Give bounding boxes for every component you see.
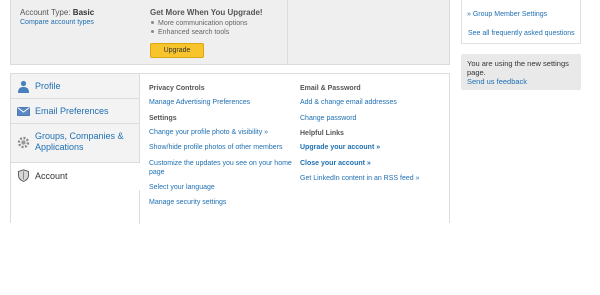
close-account-link[interactable]: Close your account » (300, 159, 445, 168)
account-type-label: Account Type: (20, 8, 71, 17)
helpful-links-header: Helpful Links (300, 130, 344, 137)
add-email-link[interactable]: Add & change email addresses (300, 98, 445, 107)
settings-column-right: Email & Password Add & change email addr… (300, 84, 445, 190)
nav-label-email-preferences: Email Preferences (35, 106, 109, 116)
settings-header: Settings (149, 114, 177, 122)
shield-icon (18, 169, 29, 182)
account-type: Account Type: Basic (20, 8, 94, 17)
person-icon (18, 80, 29, 93)
compare-account-types-link[interactable]: Compare account types (20, 19, 94, 26)
change-password-link[interactable]: Change password (300, 114, 445, 123)
account-type-value: Basic (72, 8, 95, 17)
panel-divider (287, 0, 288, 64)
rss-feed-link[interactable]: Get LinkedIn content in an RSS feed » (300, 174, 445, 183)
email-password-header: Email & Password (300, 85, 361, 92)
nav-item-profile[interactable]: Profile (11, 74, 140, 99)
manage-advertising-link[interactable]: Manage Advertising Preferences (149, 98, 294, 107)
bullet-icon (151, 30, 154, 34)
show-hide-photos-link[interactable]: Show/hide profile photos of other member… (149, 143, 294, 152)
group-member-settings-link[interactable]: » Group Member Settings (467, 11, 547, 18)
upgrade-account-link[interactable]: Upgrade your account » (300, 143, 445, 152)
nav-divider (139, 190, 140, 224)
settings-nav: Profile Email Preferences Groups, Compan… (11, 74, 140, 188)
notice-text: You are using the new settings page. (467, 59, 569, 77)
settings-column-left: Privacy Controls Manage Advertising Pref… (149, 84, 294, 214)
upgrade-promo: Get More When You Upgrade! More communic… (150, 8, 263, 37)
customize-updates-link[interactable]: Customize the updates you see on your ho… (149, 159, 294, 177)
account-summary-panel: Account Type: Basic Compare account type… (10, 0, 450, 65)
benefit-text: Enhanced search tools (158, 29, 230, 36)
nav-item-groups-companies-applications[interactable]: Groups, Companies & Applications (11, 124, 140, 163)
upgrade-title: Get More When You Upgrade! (150, 8, 263, 17)
faq-link[interactable]: See all frequently asked questions (468, 30, 575, 37)
new-settings-notice: You are using the new settings page. Sen… (461, 54, 581, 90)
nav-item-email-preferences[interactable]: Email Preferences (11, 99, 140, 124)
benefit-item: More communication options (150, 19, 263, 28)
upgrade-button[interactable]: Upgrade (150, 43, 204, 58)
settings-panel: Profile Email Preferences Groups, Compan… (10, 73, 450, 224)
sidebar-links-box: » Group Member Settings See all frequent… (461, 0, 581, 44)
send-feedback-link[interactable]: Send us feedback (467, 77, 575, 86)
benefit-text: More communication options (158, 20, 248, 27)
select-language-link[interactable]: Select your language (149, 183, 294, 192)
envelope-icon (17, 107, 30, 116)
bullet-icon (151, 21, 154, 25)
nav-label-groups: Groups, Companies & Applications (35, 131, 124, 152)
privacy-controls-header: Privacy Controls (149, 85, 205, 92)
upgrade-benefits-list: More communication options Enhanced sear… (150, 19, 263, 37)
manage-security-link[interactable]: Manage security settings (149, 198, 294, 207)
benefit-item: Enhanced search tools (150, 28, 263, 37)
nav-item-account[interactable]: Account (11, 163, 140, 188)
change-photo-link[interactable]: Change your profile photo & visibility » (149, 128, 294, 137)
nav-label-profile: Profile (35, 81, 61, 91)
group-member-settings-label: Group Member Settings (472, 11, 548, 18)
nav-label-account: Account (35, 171, 68, 181)
gear-icon (17, 136, 30, 149)
